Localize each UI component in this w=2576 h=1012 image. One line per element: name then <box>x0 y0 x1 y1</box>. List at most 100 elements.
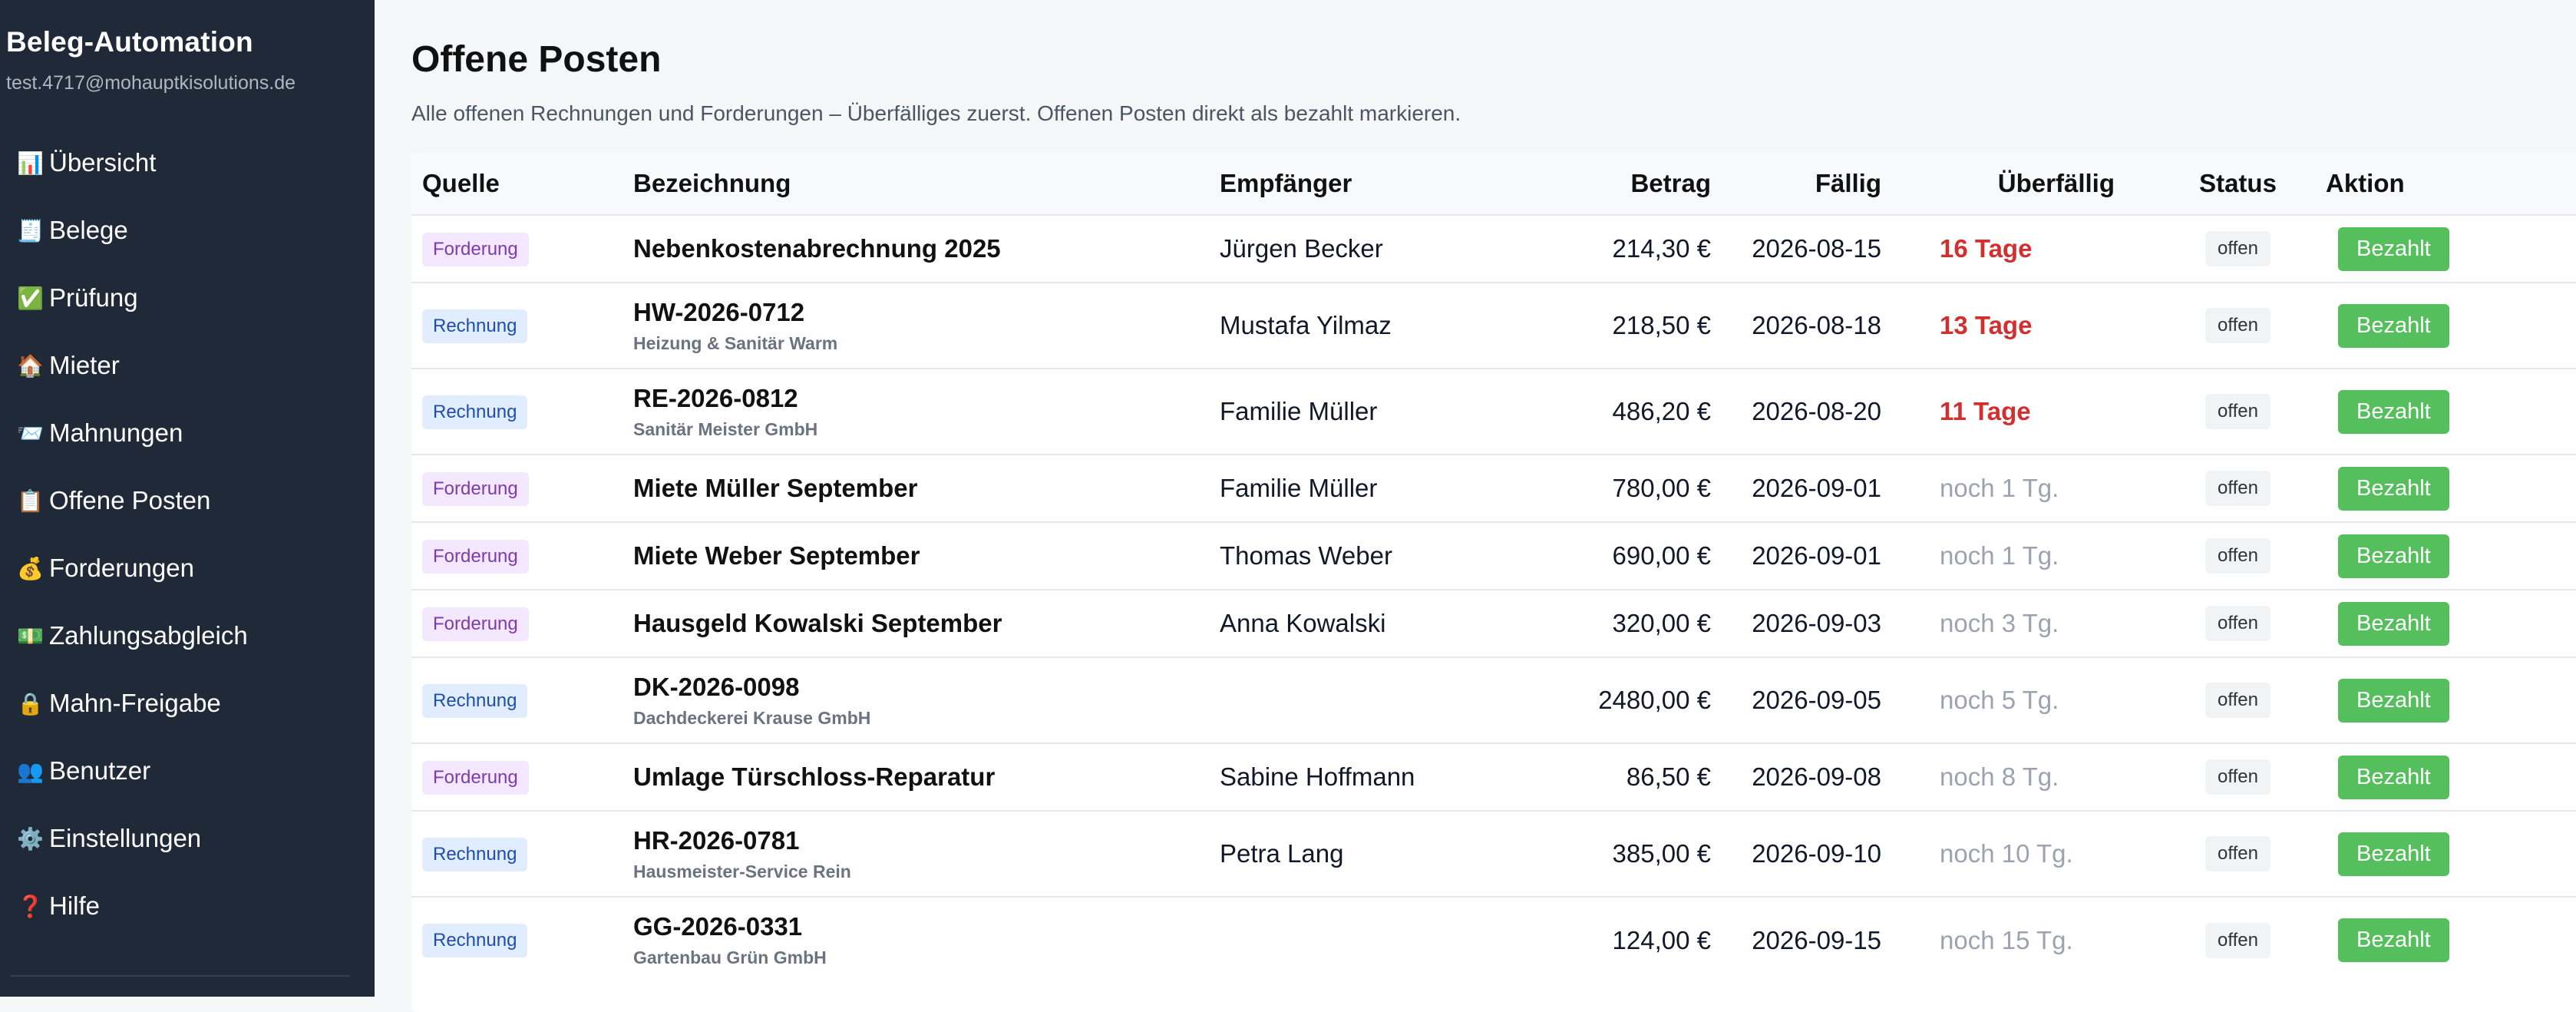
due-date-cell: 2026-09-01 <box>1752 541 1881 570</box>
due-date-cell: 2026-09-05 <box>1752 686 1881 714</box>
overdue-cell: noch 1 Tg. <box>1940 541 2059 570</box>
sidebar-item-mahnungen[interactable]: 📨 Mahnungen <box>0 399 375 467</box>
mark-paid-button[interactable]: Bezahlt <box>2338 227 2449 271</box>
recipient-cell: Petra Lang <box>1220 839 1344 868</box>
overdue-cell: noch 1 Tg. <box>1940 474 2059 502</box>
sidebar-item-benutzer[interactable]: 👥 Benutzer <box>0 737 375 805</box>
status-badge: offen <box>2205 471 2271 506</box>
main-content: Offene Posten Alle offenen Rechnungen un… <box>375 0 2576 1012</box>
sidebar-item-pruefung[interactable]: ✅ Prüfung <box>0 264 375 332</box>
amount-cell: 214,30 € <box>1612 234 1711 263</box>
money-bag-icon: 💰 <box>17 555 44 581</box>
sidebar-item-zahlungsabgleich[interactable]: 💵 Zahlungsabgleich <box>0 602 375 670</box>
clipboard-icon: 📋 <box>17 488 44 514</box>
table-row: Rechnung DK-2026-0098 Dachdeckerei Krause… <box>411 657 2576 743</box>
mark-paid-button[interactable]: Bezahlt <box>2338 755 2449 799</box>
status-badge: offen <box>2205 836 2271 871</box>
open-items-table: Quelle Bezeichnung Empfänger Betrag Fäll… <box>411 152 2576 983</box>
mark-paid-button[interactable]: Bezahlt <box>2338 832 2449 876</box>
status-badge: offen <box>2205 538 2271 574</box>
table-row: Rechnung GG-2026-0331 Gartenbau Grün GmbH… <box>411 897 2576 983</box>
sidebar-item-label: Mahn-Freigabe <box>49 689 221 717</box>
column-header-quelle[interactable]: Quelle <box>411 152 623 215</box>
table-row: Forderung Nebenkostenabrechnung 2025 Jür… <box>411 215 2576 283</box>
source-badge: Forderung <box>422 607 529 641</box>
banknote-icon: 💵 <box>17 623 44 649</box>
sidebar-item-mieter[interactable]: 🏠 Mieter <box>0 332 375 399</box>
column-header-bezeichnung[interactable]: Bezeichnung <box>623 152 1209 215</box>
status-badge: offen <box>2205 394 2271 429</box>
item-title: Umlage Türschloss-Reparatur <box>633 762 996 791</box>
item-subtitle: Dachdeckerei Krause GmbH <box>633 707 871 728</box>
column-header-empfaenger[interactable]: Empfänger <box>1209 152 1516 215</box>
receipt-icon: 🧾 <box>17 217 44 243</box>
sidebar-item-label: Offene Posten <box>49 486 211 514</box>
sidebar-divider <box>11 975 350 977</box>
due-date-cell: 2026-08-20 <box>1752 397 1881 425</box>
question-icon: ❓ <box>17 893 44 919</box>
source-badge: Rechnung <box>422 924 528 957</box>
sidebar-item-label: Benutzer <box>49 756 151 785</box>
due-date-cell: 2026-09-15 <box>1752 925 1881 954</box>
mark-paid-button[interactable]: Bezahlt <box>2338 918 2449 962</box>
source-badge: Rechnung <box>422 395 528 429</box>
amount-cell: 320,00 € <box>1612 609 1711 637</box>
recipient-cell: Thomas Weber <box>1220 541 1392 570</box>
item-subtitle: Heizung & Sanitär Warm <box>633 332 838 353</box>
overdue-cell: noch 15 Tg. <box>1940 925 2073 954</box>
sidebar-item-belege[interactable]: 🧾 Belege <box>0 197 375 264</box>
mark-paid-button[interactable]: Bezahlt <box>2338 601 2449 646</box>
page-subtitle: Alle offenen Rechnungen und Forderungen … <box>411 101 1461 125</box>
item-title: DK-2026-0098 <box>633 672 800 701</box>
table-row: Forderung Miete Weber September Thomas W… <box>411 522 2576 590</box>
column-header-faellig[interactable]: Fällig <box>1722 152 1892 215</box>
due-date-cell: 2026-09-01 <box>1752 474 1881 502</box>
open-items-table-card: Quelle Bezeichnung Empfänger Betrag Fäll… <box>411 152 2576 1012</box>
mark-paid-button[interactable]: Bezahlt <box>2338 534 2449 578</box>
amount-cell: 86,50 € <box>1626 762 1711 791</box>
sidebar-item-einstellungen[interactable]: ⚙️ Einstellungen <box>0 805 375 872</box>
column-header-status[interactable]: Status <box>2161 152 2315 215</box>
overdue-cell: noch 8 Tg. <box>1940 762 2059 791</box>
amount-cell: 486,20 € <box>1612 397 1711 425</box>
sidebar-item-label: Prüfung <box>49 283 138 312</box>
sidebar-item-label: Mieter <box>49 351 120 379</box>
item-title: Miete Müller September <box>633 474 918 502</box>
column-header-ueberfaellig[interactable]: Überfällig <box>1892 152 2161 215</box>
sidebar-item-offene-posten[interactable]: 📋 Offene Posten <box>0 467 375 534</box>
recipient-cell: Familie Müller <box>1220 474 1378 502</box>
item-subtitle: Hausmeister-Service Rein <box>633 861 851 881</box>
mark-paid-button[interactable]: Bezahlt <box>2338 466 2449 511</box>
overdue-cell: noch 3 Tg. <box>1940 609 2059 637</box>
user-email: test.4717@mohauptkisolutions.de <box>6 72 296 94</box>
source-badge: Forderung <box>422 471 529 506</box>
overdue-cell: noch 5 Tg. <box>1940 686 2059 714</box>
status-badge: offen <box>2205 308 2271 343</box>
sidebar-item-forderungen[interactable]: 💰 Forderungen <box>0 534 375 602</box>
mark-paid-button[interactable]: Bezahlt <box>2338 303 2449 348</box>
source-badge: Rechnung <box>422 309 528 343</box>
sidebar-item-label: Übersicht <box>49 148 157 177</box>
sidebar-item-hilfe[interactable]: ❓ Hilfe <box>0 872 375 940</box>
column-header-betrag[interactable]: Betrag <box>1516 152 1722 215</box>
table-row: Rechnung HR-2026-0781 Hausmeister-Service… <box>411 811 2576 897</box>
item-title: Miete Weber September <box>633 541 920 570</box>
sidebar: Beleg-Automation test.4717@mohauptkisolu… <box>0 0 375 997</box>
due-date-cell: 2026-09-08 <box>1752 762 1881 791</box>
sidebar-item-label: Einstellungen <box>49 824 202 852</box>
sidebar-item-uebersicht[interactable]: 📊 Übersicht <box>0 129 375 197</box>
page-title: Offene Posten <box>411 39 662 80</box>
due-date-cell: 2026-08-15 <box>1752 234 1881 263</box>
mark-paid-button[interactable]: Bezahlt <box>2338 678 2449 723</box>
item-title: HW-2026-0712 <box>633 297 805 326</box>
due-date-cell: 2026-09-03 <box>1752 609 1881 637</box>
column-header-aktion[interactable]: Aktion <box>2315 152 2576 215</box>
users-icon: 👥 <box>17 758 44 784</box>
recipient-cell: Jürgen Becker <box>1220 234 1383 263</box>
sidebar-item-mahn-freigabe[interactable]: 🔒 Mahn-Freigabe <box>0 670 375 737</box>
mark-paid-button[interactable]: Bezahlt <box>2338 389 2449 434</box>
recipient-cell: Familie Müller <box>1220 397 1378 425</box>
house-icon: 🏠 <box>17 352 44 379</box>
sidebar-item-label: Zahlungsabgleich <box>49 621 248 650</box>
item-title: RE-2026-0812 <box>633 383 798 412</box>
